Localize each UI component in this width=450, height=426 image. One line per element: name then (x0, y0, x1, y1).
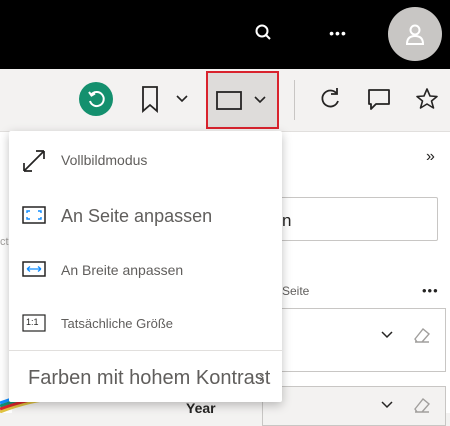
more-options-icon[interactable]: ••• (422, 283, 439, 298)
filter-search-value: n (282, 211, 292, 230)
refresh-icon (321, 88, 339, 108)
eraser-icon (414, 328, 430, 343)
reset-icon (88, 91, 105, 108)
eraser-icon (414, 398, 430, 413)
bookmark-button[interactable] (139, 84, 191, 114)
view-menu: Vollbildmodus An Seite anpassen An Breit… (9, 131, 282, 402)
filter-card[interactable] (262, 386, 446, 426)
chevron-down-icon (176, 95, 188, 103)
fit-view-icon (216, 91, 242, 110)
chevron-down-icon (254, 96, 266, 104)
actual-size-icon-text: 1:1 (26, 317, 39, 327)
chevron-down-icon (381, 331, 393, 339)
fit-to-page-icon (22, 206, 46, 224)
more-icon[interactable]: ••• (326, 23, 350, 43)
menu-item-high-contrast[interactable]: Farben mit hohem Kontrast › (9, 351, 282, 402)
toolbar-divider (294, 80, 295, 120)
chevron-down-icon (381, 401, 393, 409)
menu-item-label: Farben mit hohem Kontrast (28, 367, 271, 389)
menu-item-label: An Breite anpassen (61, 262, 184, 278)
menu-item-fullscreen[interactable]: Vollbildmodus (9, 131, 282, 186)
comment-icon (368, 89, 390, 110)
star-icon (416, 88, 438, 109)
search-icon[interactable] (254, 23, 274, 43)
filter-card[interactable] (262, 308, 446, 372)
comment-button[interactable] (366, 86, 392, 112)
chevron-right-icon: › (259, 369, 265, 386)
fit-to-width-icon (22, 261, 46, 277)
menu-item-label: An Seite anpassen (61, 206, 213, 226)
filter-field-name: Year (186, 400, 216, 416)
refresh-button[interactable] (318, 86, 342, 112)
menu-item-fit-to-width[interactable]: An Breite anpassen (9, 243, 282, 297)
canvas-text: ct (0, 236, 9, 248)
menu-item-fit-to-page[interactable]: An Seite anpassen (9, 189, 282, 243)
bookmark-icon (142, 86, 158, 113)
fullscreen-icon (23, 150, 45, 172)
favorite-button[interactable] (414, 86, 440, 112)
menu-item-actual-size[interactable]: 1:1 Tatsächliche Größe (9, 297, 282, 349)
avatar-icon (405, 24, 425, 45)
menu-item-label: Vollbildmodus (61, 152, 148, 168)
top-bar: ••• (0, 0, 450, 69)
reset-button[interactable] (79, 82, 113, 116)
avatar[interactable] (388, 7, 442, 61)
expand-pane-icon[interactable]: » (426, 148, 435, 166)
view-button[interactable] (206, 71, 279, 129)
menu-item-label: Tatsächliche Größe (61, 316, 173, 331)
filters-section-label: Seite (282, 284, 310, 298)
